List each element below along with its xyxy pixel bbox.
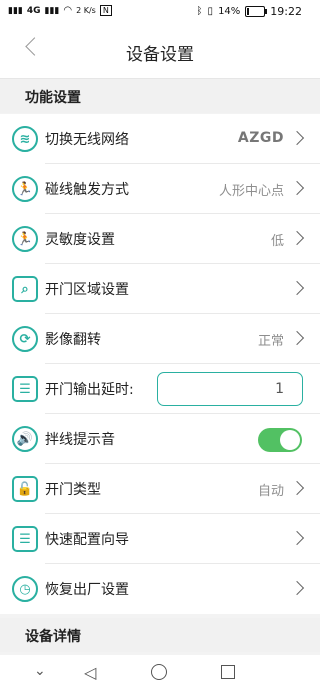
row-label: 开门输出延时: bbox=[45, 382, 134, 398]
row-label: 灵敏度设置 bbox=[45, 232, 115, 248]
row-open-delay: ☰ 开门输出延时: 1 bbox=[0, 364, 320, 414]
section-title: 设备详情 bbox=[25, 629, 81, 645]
signal-icon-2: ▮▮▮ bbox=[44, 5, 60, 16]
section-details: 设备详情 bbox=[0, 618, 320, 652]
row-label: 切换无线网络 bbox=[45, 132, 129, 148]
sound-toggle[interactable] bbox=[258, 428, 302, 452]
row-value: 自动 bbox=[257, 484, 284, 499]
lock-icon: 🔓 bbox=[12, 476, 38, 502]
status-bar: ▮▮▮ 4G ▮▮▮ ◠ 2 K/s N ᛒ ▯ 14% 19:22 bbox=[0, 0, 320, 26]
delay-input[interactable]: 1 bbox=[157, 372, 303, 406]
page-title: 设备设置 bbox=[126, 45, 194, 65]
row-image-flip[interactable]: ⟳ 影像翻转 正常 bbox=[0, 314, 320, 364]
section-function: 功能设置 bbox=[0, 79, 320, 113]
row-label: 影像翻转 bbox=[45, 332, 101, 348]
door-area-icon: ⌕ bbox=[12, 276, 38, 302]
rotate-icon: ⟳ bbox=[12, 326, 38, 352]
row-value: 低 bbox=[270, 234, 284, 249]
row-trip-sound: 🔊 拌线提示音 bbox=[0, 414, 320, 464]
clock-icon: ◷ bbox=[12, 576, 38, 602]
row-label: 拌线提示音 bbox=[45, 432, 115, 448]
chevron-right-icon bbox=[289, 280, 305, 296]
net-speed: 2 K/s bbox=[76, 6, 96, 15]
runner-icon: 🏃 bbox=[12, 176, 38, 202]
vibrate-icon: ▯ bbox=[207, 6, 214, 17]
guide-icon: ☰ bbox=[12, 526, 38, 552]
toggle-knob bbox=[280, 430, 300, 450]
row-value: 人形中心点 bbox=[218, 184, 284, 199]
recent-nav-icon[interactable] bbox=[221, 665, 235, 679]
sensitivity-icon: 🏃 bbox=[12, 226, 38, 252]
chevron-right-icon bbox=[289, 530, 305, 546]
speaker-icon: 🔊 bbox=[12, 426, 38, 452]
home-nav-icon[interactable] bbox=[151, 664, 167, 680]
chevron-right-icon bbox=[289, 580, 305, 596]
delay-value: 1 bbox=[275, 381, 284, 397]
wifi-status-icon: ◠ bbox=[63, 5, 73, 16]
signal-type: 4G bbox=[26, 5, 41, 16]
header: 设备设置 bbox=[0, 26, 320, 79]
wifi-icon: ≋ bbox=[12, 126, 38, 152]
row-label: 开门类型 bbox=[45, 482, 101, 498]
row-sensitivity[interactable]: 🏃 灵敏度设置 低 bbox=[0, 214, 320, 264]
row-door-type[interactable]: 🔓 开门类型 自动 bbox=[0, 464, 320, 514]
row-value: AZGD bbox=[237, 130, 284, 146]
row-label: 碰线触发方式 bbox=[45, 182, 129, 198]
row-factory-reset[interactable]: ◷ 恢复出厂设置 bbox=[0, 564, 320, 614]
chevron-right-icon bbox=[289, 180, 305, 196]
section-title: 功能设置 bbox=[25, 90, 81, 106]
bluetooth-icon: ᛒ bbox=[196, 6, 203, 17]
row-switch-wifi[interactable]: ≋ 切换无线网络 AZGD bbox=[0, 114, 320, 164]
row-door-area[interactable]: ⌕ 开门区域设置 bbox=[0, 264, 320, 314]
row-quick-guide[interactable]: ☰ 快速配置向导 bbox=[0, 514, 320, 564]
signal-icon: ▮▮▮ bbox=[8, 5, 23, 16]
list-icon: ☰ bbox=[12, 376, 38, 402]
chevron-right-icon bbox=[289, 130, 305, 146]
chevron-right-icon bbox=[289, 230, 305, 246]
row-label: 开门区域设置 bbox=[45, 282, 129, 298]
system-nav-bar: ⌄ ◁ bbox=[0, 655, 320, 692]
chevron-right-icon bbox=[289, 330, 305, 346]
back-nav-icon[interactable]: ◁ bbox=[84, 663, 96, 682]
row-label: 恢复出厂设置 bbox=[45, 582, 129, 598]
clock: 19:22 bbox=[270, 5, 302, 18]
row-value: 正常 bbox=[257, 334, 284, 349]
battery-icon bbox=[245, 6, 268, 17]
nfc-icon: N bbox=[99, 5, 112, 16]
row-label: 快速配置向导 bbox=[45, 532, 129, 548]
chevron-right-icon bbox=[289, 480, 305, 496]
hide-nav-icon[interactable]: ⌄ bbox=[34, 663, 46, 679]
row-trigger-mode[interactable]: 🏃 碰线触发方式 人形中心点 bbox=[0, 164, 320, 214]
battery-percent: 14% bbox=[218, 6, 241, 17]
